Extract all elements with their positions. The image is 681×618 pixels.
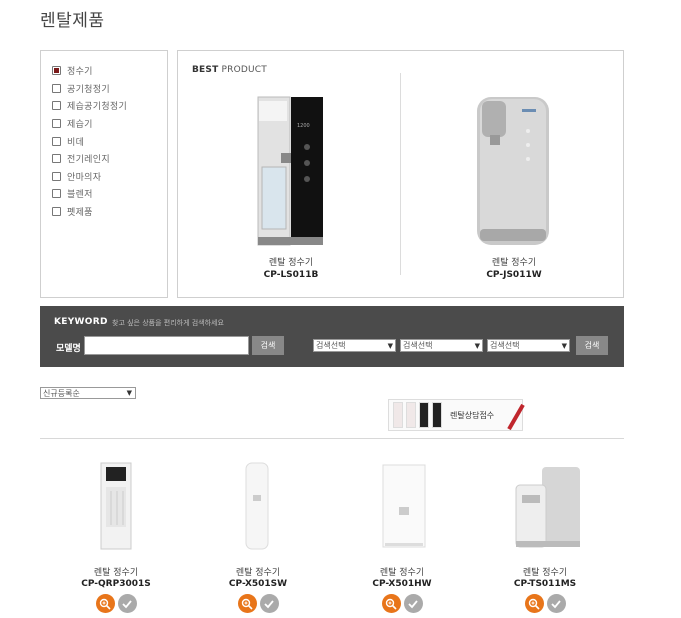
product-image[interactable]	[490, 455, 600, 555]
thumb-image	[393, 402, 403, 428]
category-label: 비데	[67, 137, 85, 148]
product-card[interactable]: 렌탈 정수기 CP-X501HW	[347, 455, 457, 613]
product-category: 렌탈 정수기	[93, 568, 139, 578]
best-product-item[interactable]: 1200 렌탈 정수기 CP-LS011B	[201, 91, 381, 280]
check-icon[interactable]	[259, 594, 279, 613]
category-checkbox[interactable]	[52, 154, 61, 164]
product-category: 렌탈 정수기	[379, 568, 425, 578]
category-label: 정수기	[67, 67, 93, 78]
thumb-image	[432, 402, 442, 428]
product-category: 렌탈 정수기	[235, 568, 281, 578]
category-label: 전기레인지	[67, 155, 110, 166]
product-model: CP-LS011B	[263, 270, 319, 280]
category-label: 공기청정기	[67, 84, 110, 95]
product-actions	[347, 594, 457, 613]
category-label: 제습기	[67, 120, 93, 131]
keyword-search-bar: KEYWORD 찾고 싶은 상품을 편리하게 검색하세요 모델명 검색 검색선택…	[40, 306, 624, 367]
filter-search-button[interactable]: 검색	[576, 336, 608, 355]
product-card[interactable]: 렌탈 정수기 CP-X501SW	[203, 455, 313, 613]
consult-label: 렌탈상담접수	[450, 410, 495, 420]
category-checkbox[interactable]	[52, 119, 61, 129]
rental-consult-banner[interactable]: 렌탈상담접수	[388, 399, 525, 431]
product-image[interactable]	[347, 455, 457, 555]
category-checkbox[interactable]	[52, 66, 61, 76]
category-label: 제습공기청정기	[67, 102, 128, 113]
product-model: CP-X501SW	[228, 579, 288, 589]
product-model: CP-QRP3001S	[81, 579, 151, 589]
category-label: 블렌저	[67, 190, 93, 201]
zoom-in-icon[interactable]	[524, 594, 544, 613]
product-actions	[490, 594, 600, 613]
sort-select[interactable]: 신규등록순 ▼	[40, 387, 136, 399]
product-model: CP-X501HW	[372, 579, 432, 589]
zoom-in-icon[interactable]	[237, 594, 257, 613]
category-checkbox[interactable]	[52, 136, 61, 146]
svg-text:1200: 1200	[297, 123, 310, 129]
category-item[interactable]: 펫제품	[52, 203, 167, 221]
product-category: 렌탈 정수기	[522, 568, 568, 578]
model-name-label: 모델명	[56, 344, 81, 354]
chevron-down-icon: ▼	[126, 389, 132, 397]
category-checkbox[interactable]	[52, 207, 61, 217]
chevron-down-icon: ▼	[474, 341, 480, 350]
category-item[interactable]: 공기청정기	[52, 80, 167, 98]
category-item[interactable]: 비데	[52, 132, 167, 150]
category-item[interactable]: 제습기	[52, 115, 167, 133]
category-list: 정수기공기청정기제습공기청정기제습기비데전기레인지안마의자블렌저펫제품	[41, 51, 167, 220]
divider	[400, 73, 401, 275]
search-select-3[interactable]: 검색선택 ▼	[487, 339, 570, 352]
category-item[interactable]: 전기레인지	[52, 150, 167, 168]
category-checkbox[interactable]	[52, 171, 61, 181]
best-product-title: BEST PRODUCT	[192, 65, 267, 75]
check-icon[interactable]	[117, 594, 137, 613]
best-product-panel: BEST PRODUCT 1200 렌탈 정수기 CP-LS011B 렌탈 정수…	[177, 50, 624, 298]
chevron-down-icon: ▼	[387, 341, 393, 350]
keyword-label: KEYWORD	[54, 317, 108, 327]
category-item[interactable]: 안마의자	[52, 168, 167, 186]
consult-product-images	[389, 400, 444, 430]
thumb-image	[419, 402, 429, 428]
divider	[40, 438, 624, 439]
product-image[interactable]	[424, 91, 604, 251]
product-image[interactable]: 1200	[201, 91, 381, 251]
category-checkbox[interactable]	[52, 83, 61, 93]
pen-icon	[507, 403, 525, 431]
model-search-button[interactable]: 검색	[252, 336, 284, 355]
product-image[interactable]	[61, 455, 171, 555]
category-item[interactable]: 정수기	[52, 62, 167, 80]
category-label: 안마의자	[67, 172, 102, 183]
zoom-in-icon[interactable]	[381, 594, 401, 613]
category-label: 펫제품	[67, 208, 93, 219]
product-card[interactable]: 렌탈 정수기 CP-QRP3001S	[61, 455, 171, 613]
best-product-item[interactable]: 렌탈 정수기 CP-JS011W	[424, 91, 604, 280]
thumb-image	[406, 402, 416, 428]
zoom-in-icon[interactable]	[95, 594, 115, 613]
category-checkbox[interactable]	[52, 189, 61, 199]
page-title: 렌탈제품	[40, 11, 105, 31]
category-item[interactable]: 블렌저	[52, 185, 167, 203]
product-actions	[203, 594, 313, 613]
product-card[interactable]: 렌탈 정수기 CP-TS011MS	[490, 455, 600, 613]
model-name-input[interactable]	[84, 336, 249, 355]
product-image[interactable]	[203, 455, 313, 555]
check-icon[interactable]	[403, 594, 423, 613]
product-category: 렌탈 정수기	[491, 258, 537, 268]
search-select-2[interactable]: 검색선택 ▼	[400, 339, 483, 352]
product-actions	[61, 594, 171, 613]
check-icon[interactable]	[546, 594, 566, 613]
product-category: 렌탈 정수기	[268, 258, 314, 268]
category-filter: 정수기공기청정기제습공기청정기제습기비데전기레인지안마의자블렌저펫제품	[40, 50, 168, 298]
keyword-hint: 찾고 싶은 상품을 편리하게 검색하세요	[112, 319, 224, 327]
search-select-1[interactable]: 검색선택 ▼	[313, 339, 396, 352]
category-item[interactable]: 제습공기청정기	[52, 97, 167, 115]
product-model: CP-TS011MS	[513, 579, 577, 589]
category-checkbox[interactable]	[52, 101, 61, 111]
chevron-down-icon: ▼	[561, 341, 567, 350]
product-model: CP-JS011W	[486, 270, 542, 280]
